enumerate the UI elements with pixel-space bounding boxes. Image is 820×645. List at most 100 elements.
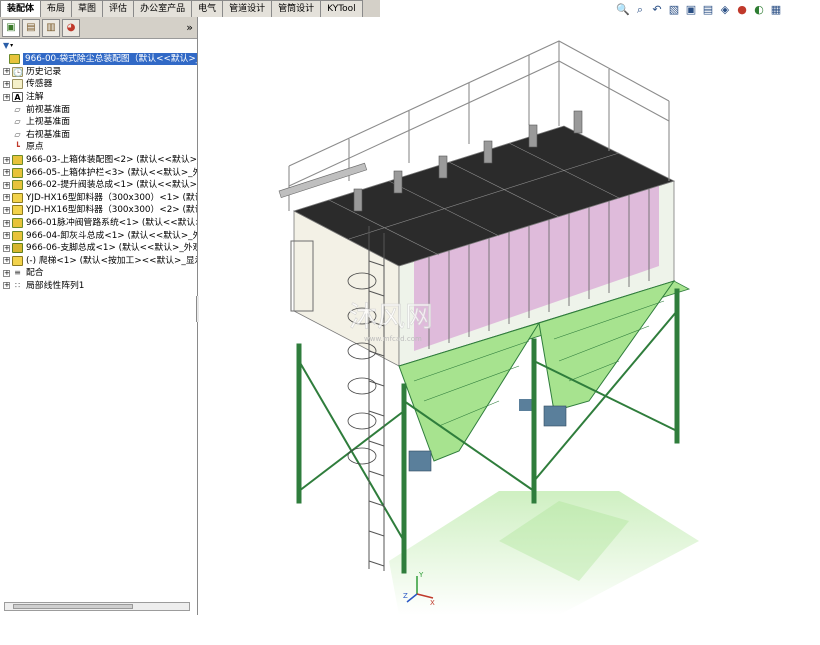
tree-item[interactable]: + (-) 爬梯<1> (默认<按加工><<默认>_显示状 xyxy=(0,255,197,268)
tree-item[interactable]: + 966-06-支脚总成<1> (默认<<默认>_外观 显 xyxy=(0,242,197,255)
view-settings-icon[interactable]: ▦ xyxy=(769,3,783,17)
tree-horizontal-scrollbar[interactable] xyxy=(4,602,190,611)
tree-filter[interactable]: ▼ ▾ xyxy=(0,39,197,51)
tree-item[interactable]: ▱ 右视基准面 xyxy=(0,129,197,142)
expander[interactable]: + xyxy=(3,232,10,240)
tree-item-label: YJD-HX16型卸料器（300x300）<2> (默认< xyxy=(26,205,197,216)
assembly-icon xyxy=(12,155,23,166)
tab-tubing[interactable]: 管筒设计 xyxy=(271,0,322,17)
expander[interactable]: + xyxy=(3,169,10,177)
scrollbar-thumb[interactable] xyxy=(13,604,133,609)
zoom-area-icon[interactable]: ⌕ xyxy=(633,3,647,17)
origin-icon: ┗ xyxy=(15,142,20,152)
expander[interactable]: + xyxy=(3,257,10,265)
tree-item[interactable]: + 传感器 xyxy=(0,78,197,91)
section-view-icon[interactable]: ▧ xyxy=(667,3,681,17)
tree-item[interactable]: + 966-05-上箱体护栏<3> (默认<<默认>_外观 xyxy=(0,166,197,179)
expander[interactable]: + xyxy=(3,282,10,290)
tab-electrical[interactable]: 电气 xyxy=(191,0,224,17)
tree-item[interactable]: ▱ 前视基准面 xyxy=(0,103,197,116)
mates-icon: ≡ xyxy=(14,268,21,278)
view-orientation-icon[interactable]: ▣ xyxy=(684,3,698,17)
panel-more-chevron[interactable]: » xyxy=(186,21,193,34)
tree-item[interactable]: ┗ 原点 xyxy=(0,141,197,154)
tree-item[interactable]: + 🕒 历史记录 xyxy=(0,66,197,79)
tree-item[interactable]: + YJD-HX16型卸料器（300x300）<2> (默认< xyxy=(0,204,197,217)
tree-item[interactable]: ▱ 上视基准面 xyxy=(0,116,197,129)
tab-office-products[interactable]: 办公室产品 xyxy=(133,0,193,17)
expander[interactable]: + xyxy=(3,194,10,202)
graphics-viewport[interactable]: 沐风网 www.mfcad.com Y X Z xyxy=(199,21,820,615)
command-manager-tabs: 装配体 布局 草图 评估 办公室产品 电气 管道设计 管筒设计 KYTool xyxy=(0,0,380,17)
panel-tab-strip: ▣ ▤ ▥ ◕ » xyxy=(0,17,197,39)
expander xyxy=(0,55,7,63)
part-icon xyxy=(12,192,23,203)
zoom-to-fit-icon[interactable]: 🔍 xyxy=(616,3,630,17)
tree-item-label: 上视基准面 xyxy=(26,117,70,128)
tree-item[interactable]: + 966-02-提升阀装总成<1> (默认<<默认>_外 xyxy=(0,179,197,192)
tree-root[interactable]: 966-00-袋式除尘总装配图（默认<<默认>_外观 xyxy=(0,53,197,66)
property-manager-tab-icon[interactable]: ▤ xyxy=(22,18,40,37)
expander[interactable]: + xyxy=(3,93,10,101)
rotary-valve-right xyxy=(543,405,567,427)
tab-assembly[interactable]: 装配体 xyxy=(0,0,42,17)
assembly-icon xyxy=(12,180,23,191)
hide-show-icon[interactable]: ◈ xyxy=(718,3,732,17)
filter-dropdown-icon[interactable]: ▾ xyxy=(10,42,13,49)
tab-kytool[interactable]: KYTool xyxy=(320,0,363,17)
assembly-icon xyxy=(12,243,23,254)
expander[interactable]: + xyxy=(3,244,10,252)
heads-up-view-toolbar: 🔍 ⌕ ↶ ▧ ▣ ▤ ◈ ● ◐ ▦ xyxy=(616,3,783,21)
tree-item-label: 原点 xyxy=(26,142,44,153)
tab-sketch[interactable]: 草图 xyxy=(71,0,104,17)
triad-y-label: Y xyxy=(418,571,424,579)
tree-item[interactable]: + 966-03-上箱体装配图<2> (默认<<默认>_外 xyxy=(0,154,197,167)
expander[interactable]: + xyxy=(3,269,10,277)
tab-layout[interactable]: 布局 xyxy=(40,0,73,17)
tab-evaluate[interactable]: 评估 xyxy=(102,0,135,17)
expander[interactable]: + xyxy=(3,206,10,214)
tree-item[interactable]: + 966-01脉冲阀管路系统<1> (默认<<默认>_ xyxy=(0,217,197,230)
apply-scene-icon[interactable]: ◐ xyxy=(752,3,766,17)
assembly-icon xyxy=(12,167,23,178)
tree-item-label: 966-04-卸灰斗总成<1> (默认<<默认>_外观 xyxy=(26,230,197,241)
expander[interactable]: + xyxy=(3,181,10,189)
tree-item[interactable]: + A 注解 xyxy=(0,91,197,104)
sensor-icon xyxy=(12,79,23,90)
tree-item[interactable]: + ∷ 局部线性阵列1 xyxy=(0,280,197,293)
assembly-icon xyxy=(12,218,23,229)
bottom-blank-area xyxy=(0,615,820,645)
display-style-icon[interactable]: ▤ xyxy=(701,3,715,17)
tree-item-label: 配合 xyxy=(26,268,44,279)
tree-item[interactable]: + ≡ 配合 xyxy=(0,267,197,280)
annotation-icon: A xyxy=(12,92,23,103)
plane-icon: ▱ xyxy=(14,104,21,114)
rotary-valve-motor xyxy=(519,399,533,411)
filter-icon[interactable]: ▼ xyxy=(3,41,9,50)
assembly-icon xyxy=(12,230,23,241)
reference-triad: Y X Z xyxy=(403,571,435,606)
tree-item-label: 前视基准面 xyxy=(26,104,70,115)
tree-item-label: 966-06-支脚总成<1> (默认<<默认>_外观 显 xyxy=(26,243,197,254)
plane-icon: ▱ xyxy=(14,117,21,127)
tree-item[interactable]: + 966-04-卸灰斗总成<1> (默认<<默认>_外观 xyxy=(0,229,197,242)
tree-item[interactable]: + YJD-HX16型卸料器（300x300）<1> (默认< xyxy=(0,192,197,205)
feature-manager-panel: ▣ ▤ ▥ ◕ » ▼ ▾ 966-00-袋式除尘总装配图（默认<<默认>_外观… xyxy=(0,17,198,615)
expander[interactable]: + xyxy=(3,219,10,227)
expander[interactable]: + xyxy=(3,80,10,88)
display-manager-tab-icon[interactable]: ◕ xyxy=(62,18,80,37)
tree-item-label: 966-01脉冲阀管路系统<1> (默认<<默认>_ xyxy=(26,218,197,229)
tree-item-label: 传感器 xyxy=(26,79,53,90)
expander[interactable]: + xyxy=(3,156,10,164)
expander[interactable]: + xyxy=(3,68,10,76)
feature-manager-tab-icon[interactable]: ▣ xyxy=(2,18,20,37)
solidworks-window: 装配体 布局 草图 评估 办公室产品 电气 管道设计 管筒设计 KYTool 🔍… xyxy=(0,0,820,645)
rotary-valve-left xyxy=(408,450,432,472)
previous-view-icon[interactable]: ↶ xyxy=(650,3,664,17)
configuration-manager-tab-icon[interactable]: ▥ xyxy=(42,18,60,37)
tree-root-label: 966-00-袋式除尘总装配图（默认<<默认>_外观 xyxy=(23,53,197,66)
edit-appearance-icon[interactable]: ● xyxy=(735,3,749,17)
part-icon xyxy=(12,255,23,266)
tab-piping[interactable]: 管道设计 xyxy=(222,0,273,17)
pattern-icon: ∷ xyxy=(14,280,21,290)
